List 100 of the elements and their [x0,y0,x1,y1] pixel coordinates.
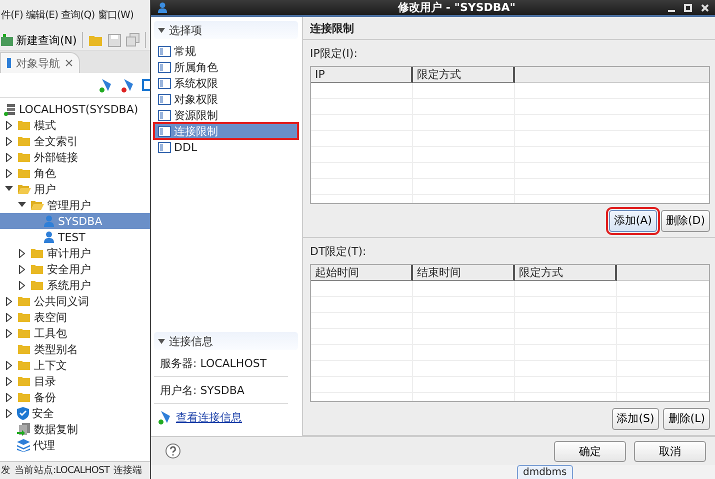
column-header[interactable]: 限定方式 [515,265,617,281]
column-header[interactable]: 限定方式 [413,67,515,83]
expand-arrow-icon[interactable] [19,264,25,274]
collapse-arrow-icon[interactable] [5,186,13,192]
expand-arrow-icon[interactable] [6,392,12,402]
menu-item[interactable]: 编辑(E) [26,8,58,22]
expand-arrow-icon[interactable] [6,136,12,146]
tree-item[interactable]: 代理 [0,437,150,453]
tree-item[interactable]: 工具包 [0,325,150,341]
delete-button[interactable]: 删除(D) [660,210,710,232]
cancel-button[interactable]: 取消 [634,440,706,462]
status-text: 连接端 [114,464,142,477]
status-text: 当前站点:LOCALHOST [14,464,110,477]
delete-button[interactable]: 删除(L) [663,408,710,430]
expand-arrow-icon[interactable] [6,408,12,418]
tree-item[interactable]: 目录 [0,373,150,389]
expand-arrow-icon[interactable] [6,152,12,162]
nav-item[interactable]: 系统权限 [154,75,298,91]
menu-item[interactable]: 件(F) [1,8,23,22]
section-label: DT限定(T): [310,244,366,258]
tree-item[interactable]: 类型别名 [0,341,150,357]
folder-icon [17,375,31,387]
user-icon [157,2,168,13]
tree-item[interactable]: 外部链接 [0,149,150,165]
tree-item[interactable]: 安全 [0,405,150,421]
tree-item[interactable]: 上下文 [0,357,150,373]
nav-item[interactable]: 资源限制 [154,107,298,123]
section-header[interactable]: 连接信息 [154,332,298,350]
expand-arrow-icon[interactable] [6,312,12,322]
column-header[interactable]: 结束时间 [413,265,515,281]
page-icon [158,78,171,88]
folder-icon [17,119,31,131]
folder-icon [30,263,44,275]
expand-arrow-icon[interactable] [19,280,25,290]
tree-item[interactable]: 角色 [0,165,150,181]
connect-icon[interactable] [157,409,173,425]
tree-item[interactable]: LOCALHOST(SYSDBA) [0,101,150,117]
maximize-icon[interactable] [684,4,692,12]
connection-info-link[interactable]: 查看连接信息 [176,410,242,424]
tree-item[interactable]: 表空间 [0,309,150,325]
expand-arrow-icon[interactable] [6,120,12,130]
nav-item[interactable]: 所属角色 [154,59,298,75]
folder-icon [17,327,31,339]
tree-item[interactable]: 安全用户 [0,261,150,277]
tree-item[interactable]: 审计用户 [0,245,150,261]
collapse-arrow-icon[interactable] [18,202,26,208]
expand-arrow-icon[interactable] [6,376,12,386]
connect-icon[interactable] [120,77,136,93]
navigator-tab[interactable]: 对象导航 [0,52,80,73]
new-query-icon [0,34,14,46]
add-button[interactable]: 添加(S) [612,408,660,430]
tree-item[interactable]: 模式 [0,117,150,133]
tree-item[interactable]: 公共同义词 [0,293,150,309]
tree-item[interactable]: 数据复制 [0,421,150,437]
folder-icon [30,247,44,259]
collapse-arrow-icon [158,338,165,344]
layers-icon [17,438,30,452]
user-label: 用户名: SYSDBA [160,382,244,398]
tree-item[interactable]: 备份 [0,389,150,405]
nav-item[interactable]: 常规 [154,43,298,59]
folder-icon [30,279,44,291]
menu-item[interactable]: 窗口(W) [98,8,134,22]
folder-icon [17,135,31,147]
connect-icon[interactable] [98,77,114,93]
expand-arrow-icon[interactable] [6,360,12,370]
folder-icon [17,151,31,163]
ok-button[interactable]: 确定 [554,440,626,462]
tree-item[interactable]: 管理用户 [0,197,150,213]
user-icon [43,231,55,243]
folder-icon [17,343,31,355]
expand-arrow-icon[interactable] [6,168,12,178]
menu-item[interactable]: 查询(Q) [61,8,95,22]
column-header[interactable]: 起始时间 [311,265,413,281]
close-icon[interactable] [65,59,73,67]
expand-arrow-icon[interactable] [19,248,25,258]
replicate-icon [17,422,31,436]
collapse-arrow-icon [158,28,165,32]
expand-arrow-icon[interactable] [6,328,12,338]
folder-icon [17,359,31,371]
folder-icon [17,391,31,403]
nav-item[interactable]: DDL [154,139,298,155]
help-icon[interactable] [165,443,181,459]
expand-arrow-icon[interactable] [6,296,12,306]
page-icon [158,126,171,136]
server-label: 服务器: LOCALHOST [160,356,267,370]
section-label: IP限定(I): [310,46,358,60]
nav-item[interactable]: 对象权限 [154,91,298,107]
section-header[interactable]: 选择项 [154,21,298,39]
folder-icon [30,199,44,211]
status-text: 发 [1,464,11,477]
page-icon [158,94,171,104]
tree-item[interactable]: 系统用户 [0,277,150,293]
tree-item[interactable]: 全文索引 [0,133,150,149]
column-header[interactable]: IP [311,67,413,83]
tree-item[interactable]: 用户 [0,181,150,197]
navigator-icon [7,58,11,68]
tree-item[interactable]: TEST [0,229,150,245]
window-title: 修改用户 - "SYSDBA" [396,0,517,15]
page-icon [158,46,171,56]
taskbar-tab[interactable]: dmdbms [517,465,573,479]
